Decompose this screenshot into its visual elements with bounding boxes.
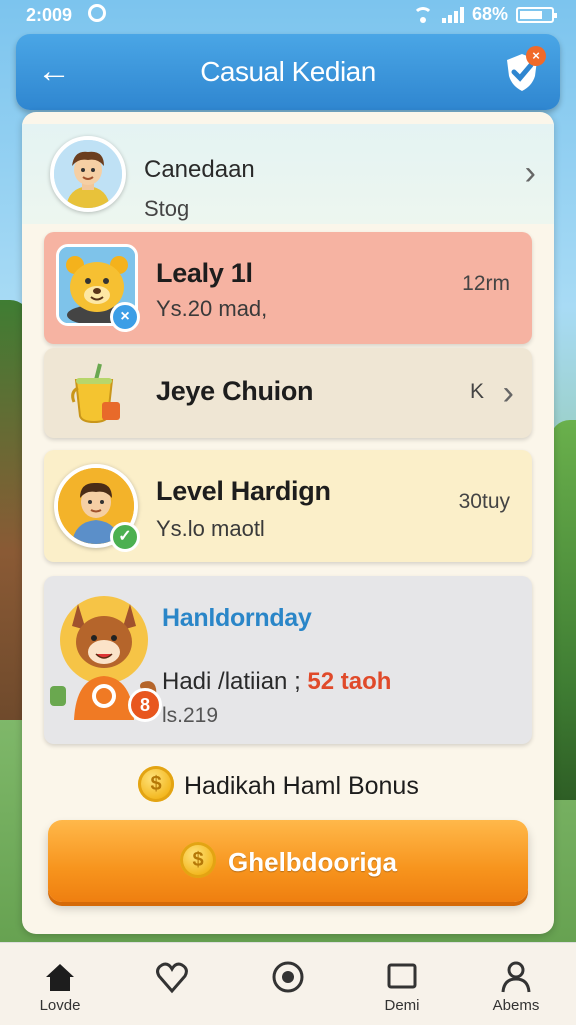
heart-icon [156,962,188,994]
list-item[interactable]: × Lealy 1l Ys.20 mad, 12rm [44,232,532,344]
card-subtitle: Ys.20 mad, [156,296,268,321]
person-icon [501,961,531,993]
collect-button-label: Ghelbdooriga [228,847,397,877]
profile-name: Canedaan [144,156,255,183]
home-icon [46,964,74,991]
square-icon [387,963,417,989]
status-time: 2:009 [26,5,73,25]
nav-label: Demi [384,997,420,1014]
nav-item-favorites[interactable] [122,943,222,1025]
coin-icon: $ [180,842,216,878]
card-detail-highlight: 52 taoh [307,668,392,695]
status-bar: 2:009 68% [0,0,576,32]
profile-avatar [50,136,126,212]
wifi-icon [412,6,434,23]
circle-icon [272,961,304,993]
drink-icon [66,362,130,426]
app-notification-icon [88,4,106,22]
signal-icon [441,6,464,23]
nav-item-play[interactable] [238,943,338,1025]
coin-icon: $ [138,766,174,802]
profile-row[interactable]: Canedaan Stog › [22,124,554,224]
page-title: Casual Kedian [200,56,376,87]
nav-label: Abems [492,997,540,1014]
nav-label: Lovde [39,997,81,1014]
card-subtitle: ls.219 [162,704,219,727]
card-detail-line: Hadi /latiian ; 52 taoh [162,668,391,696]
card-value: 12rm [462,272,510,295]
card-value: 30tuy [458,490,510,513]
card-title: Level Hardign [156,476,331,506]
bonus-label: Hadikah Haml Bonus [184,772,419,800]
chevron-right-icon: › [524,154,536,192]
profile-subtitle: Stog [144,196,190,221]
check-icon: ✓ [110,522,140,552]
card-title: Hanldornday [162,604,312,632]
battery-icon [516,6,557,23]
list-item[interactable]: Jeye Chuion K › [44,348,532,438]
bonus-row: $ Hadikah Haml Bonus [22,764,554,804]
card-subtitle: Ys.lo maotl [156,516,265,541]
card-detail-text: Hadi /latiian ; [162,668,301,695]
card-title: Lealy 1l [156,258,253,288]
chevron-right-icon: › [502,374,514,412]
battery-percent: 68% [471,4,508,24]
level-badge: 8 [128,688,162,722]
app-header: ← Casual Kedian × [16,34,560,110]
nav-item-demi[interactable]: Demi [352,943,452,1025]
close-icon: × [110,302,140,332]
shield-button[interactable]: × [502,46,546,94]
main-panel: Canedaan Stog › × Lealy 1l Ys.20 mad, 12… [22,112,554,934]
nav-item-abems[interactable]: Abems [466,943,566,1025]
bottom-nav: Lovde Demi Abems [0,942,576,1025]
collect-button[interactable]: $ Ghelbdooriga [48,820,528,902]
notification-badge: × [526,46,546,66]
card-title: Jeye Chuion [156,376,314,406]
list-item[interactable]: ✓ Level Hardign Ys.lo maotl 30tuy [44,450,532,562]
featured-card[interactable]: 8 Hanldornday Hadi /latiian ; 52 taoh ls… [44,576,532,744]
status-indicators: 68% [412,4,557,25]
card-value: K [469,380,484,403]
nav-item-home[interactable]: Lovde [10,943,110,1025]
